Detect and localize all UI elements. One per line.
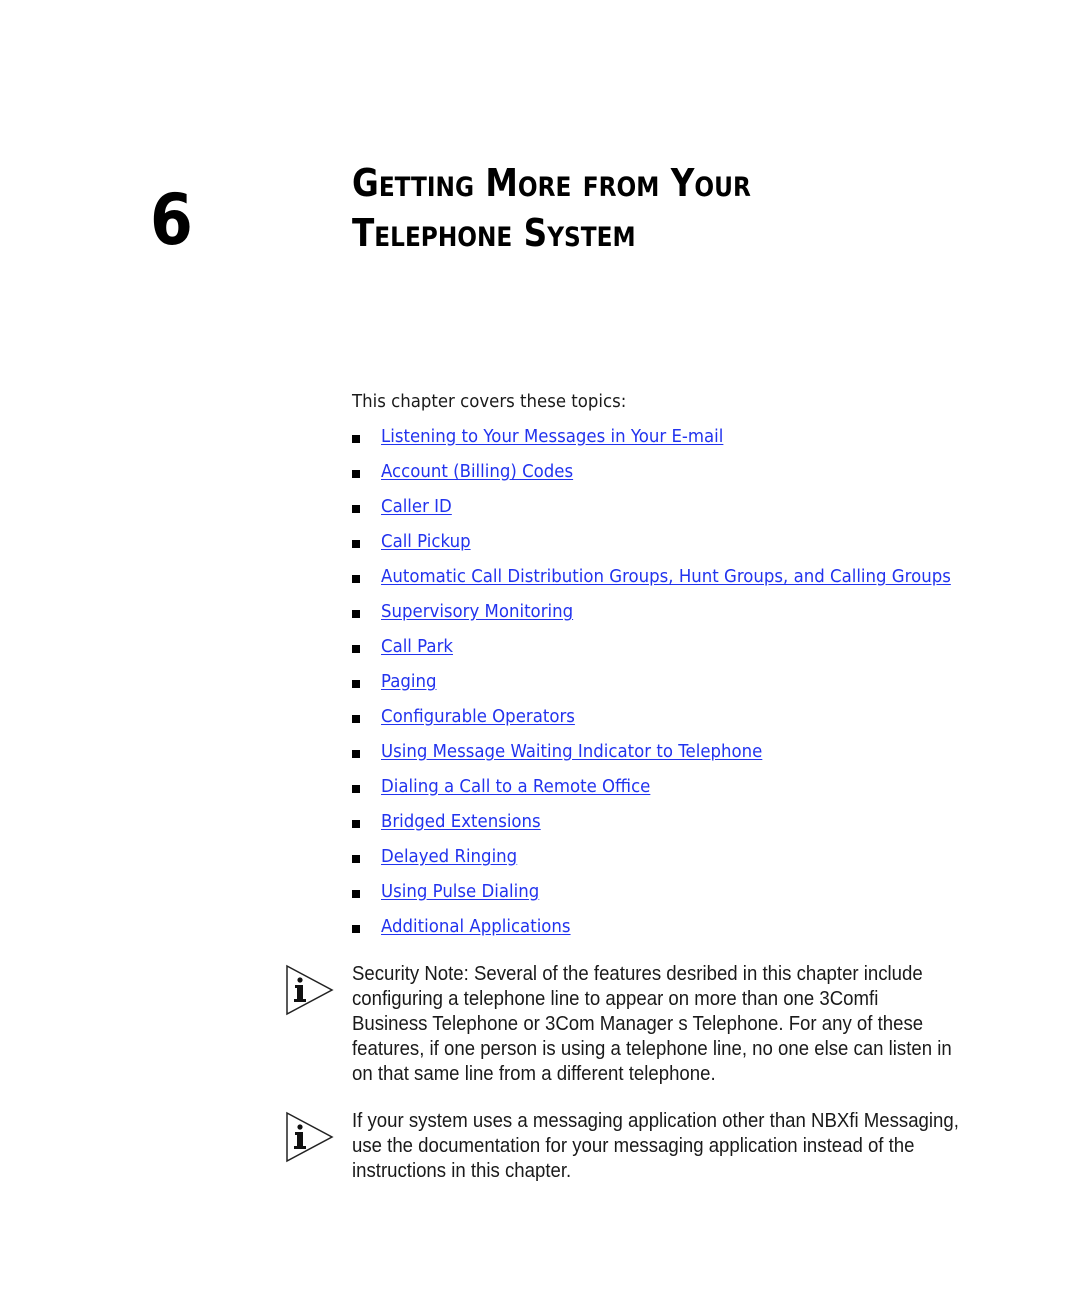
topic-list-item: Account (Billing) Codes (352, 460, 1000, 495)
topic-link-call-pickup[interactable]: Call Pickup (381, 530, 471, 554)
security-note: Security Note: Several of the features d… (286, 962, 1046, 1087)
topic-list-item: Using Pulse Dialing (352, 880, 1000, 915)
messaging-note-text: If your system uses a messaging applicat… (352, 1110, 959, 1182)
topic-list-item: Additional Applications (352, 915, 1000, 950)
topic-link-supervisory-monitoring[interactable]: Supervisory Monitoring (381, 600, 573, 624)
intro-text: This chapter covers these topics: (352, 391, 627, 412)
topic-link-acd-hunt-calling-groups[interactable]: Automatic Call Distribution Groups, Hunt… (381, 565, 951, 589)
topic-list: Listening to Your Messages in Your E-mai… (352, 425, 1000, 950)
topic-link-delayed-ringing[interactable]: Delayed Ringing (381, 845, 517, 869)
chapter-title: Getting More from Your Telephone System (352, 158, 751, 258)
bullet-icon (352, 610, 360, 618)
topic-link-paging[interactable]: Paging (381, 670, 437, 694)
bullet-icon (352, 680, 360, 688)
topic-link-call-park[interactable]: Call Park (381, 635, 453, 659)
bullet-icon (352, 575, 360, 583)
bullet-icon (352, 925, 360, 933)
topic-link-bridged-extensions[interactable]: Bridged Extensions (381, 810, 541, 834)
topic-link-message-waiting-indicator[interactable]: Using Message Waiting Indicator to Telep… (381, 740, 762, 764)
topic-list-item: Delayed Ringing (352, 845, 1000, 880)
topic-list-item: Using Message Waiting Indicator to Telep… (352, 740, 1000, 775)
topic-list-item: Bridged Extensions (352, 810, 1000, 845)
bullet-icon (352, 435, 360, 443)
bullet-icon (352, 855, 360, 863)
topic-list-item: Paging (352, 670, 1000, 705)
topic-link-configurable-operators[interactable]: Configurable Operators (381, 705, 575, 729)
bullet-icon (352, 540, 360, 548)
info-icon (286, 1111, 334, 1163)
topic-link-pulse-dialing[interactable]: Using Pulse Dialing (381, 880, 539, 904)
topic-list-item: Supervisory Monitoring (352, 600, 1000, 635)
bullet-icon (352, 785, 360, 793)
topic-list-item: Call Pickup (352, 530, 1000, 565)
security-note-text: Security Note: Several of the features d… (352, 963, 952, 1085)
info-icon (286, 964, 334, 1016)
chapter-title-line-1: Getting More from Your (352, 161, 751, 205)
topic-link-remote-office[interactable]: Dialing a Call to a Remote Office (381, 775, 650, 799)
chapter-title-line-2: Telephone System (352, 211, 636, 255)
topic-list-item: Automatic Call Distribution Groups, Hunt… (352, 565, 1000, 600)
bullet-icon (352, 715, 360, 723)
bullet-icon (352, 470, 360, 478)
bullet-icon (352, 505, 360, 513)
bullet-icon (352, 890, 360, 898)
topic-list-item: Configurable Operators (352, 705, 1000, 740)
bullet-icon (352, 820, 360, 828)
topic-link-caller-id[interactable]: Caller ID (381, 495, 452, 519)
topic-link-account-billing-codes[interactable]: Account (Billing) Codes (381, 460, 573, 484)
topic-link-additional-applications[interactable]: Additional Applications (381, 915, 571, 939)
bullet-icon (352, 645, 360, 653)
topic-list-item: Call Park (352, 635, 1000, 670)
topic-link-listening-messages-email[interactable]: Listening to Your Messages in Your E-mai… (381, 425, 723, 449)
bullet-icon (352, 750, 360, 758)
topic-list-item: Listening to Your Messages in Your E-mai… (352, 425, 1000, 460)
topic-list-item: Caller ID (352, 495, 1000, 530)
topic-list-item: Dialing a Call to a Remote Office (352, 775, 1000, 810)
messaging-note: If your system uses a messaging applicat… (286, 1109, 1046, 1184)
chapter-number: 6 (150, 179, 193, 261)
